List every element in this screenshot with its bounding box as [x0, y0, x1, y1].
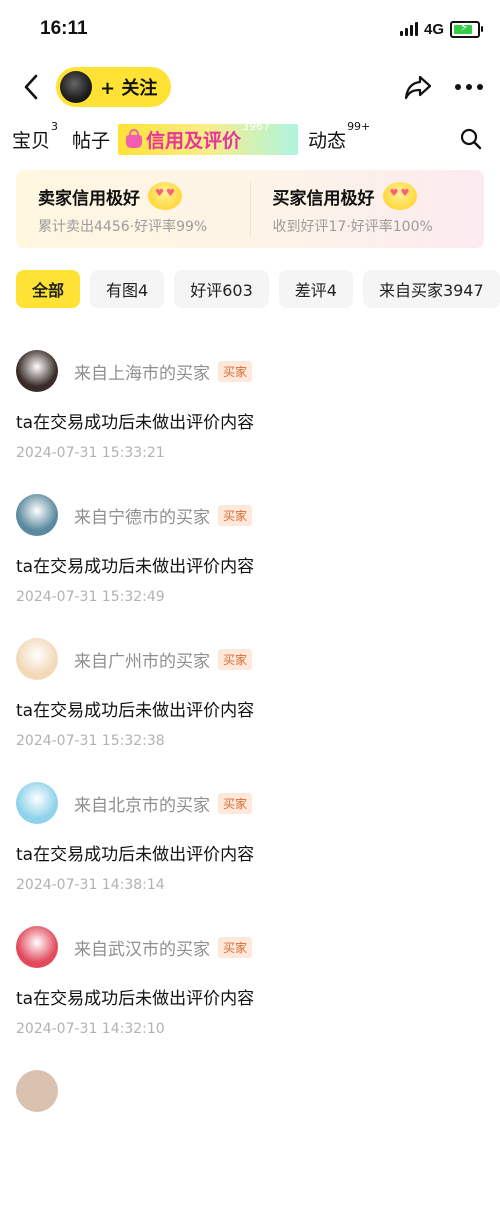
filter-positive[interactable]: 好评603 [174, 270, 269, 308]
review-date: 2024-07-31 15:32:49 [16, 589, 165, 605]
reviewer-location: 来自广州市的买家 [74, 651, 210, 672]
review-date: 2024-07-31 14:38:14 [16, 877, 165, 893]
review-filters: 全部 有图4 好评603 差评4 来自买家3947 [0, 270, 500, 308]
tab-credit-reviews[interactable]: 信用及评价3967 [118, 120, 299, 155]
buyer-credit-title-text: 买家信用极好 [272, 188, 375, 209]
reviewer-avatar[interactable] [16, 1070, 58, 1112]
reviewer-location: 来自上海市的买家 [74, 363, 210, 384]
tab-items-count: 3 [51, 120, 59, 134]
buyer-badge: 买家 [218, 936, 253, 958]
reviewer-location: 来自北京市的买家 [74, 795, 210, 816]
tab-activity[interactable]: 动态99+ [308, 120, 370, 153]
buyer-credit-sub: 收到好评17·好评率100% [272, 219, 433, 235]
more-icon[interactable] [454, 83, 484, 91]
review-text: ta在交易成功后未做出评价内容 [16, 989, 255, 1009]
nav-actions [404, 74, 484, 100]
review-list: 来自上海市的买家 买家 ta在交易成功后未做出评价内容 2024-07-31 1… [0, 350, 500, 1214]
tab-bar: 宝贝3 帖子 信用及评价3967 动态99+ [0, 116, 500, 162]
tab-credit-count: 3967 [242, 120, 271, 134]
reviewer-avatar[interactable] [16, 350, 58, 392]
network-type: 4G [423, 20, 444, 38]
review-header: 来自北京市的买家 买家 [16, 782, 500, 824]
follow-label: + 关注 [100, 78, 158, 99]
reviewer-avatar[interactable] [16, 638, 58, 680]
bag-icon [126, 128, 143, 148]
back-button[interactable] [16, 72, 46, 102]
follow-button[interactable]: + 关注 [56, 67, 172, 107]
seller-avatar [60, 71, 92, 103]
review-date: 2024-07-31 15:33:21 [16, 445, 165, 461]
review-item: 来自宁德市的买家 买家 ta在交易成功后未做出评价内容 2024-07-31 1… [0, 494, 500, 638]
status-time: 16:11 [40, 18, 88, 39]
credit-summary: 卖家信用极好 累计卖出4456·好评率99% 买家信用极好 收到好评17·好评率… [16, 170, 484, 248]
filter-from-buyers[interactable]: 来自买家3947 [362, 270, 500, 308]
heart-eyes-emoji-icon [148, 182, 182, 210]
review-header: 来自宁德市的买家 买家 [16, 494, 500, 536]
buyer-badge: 买家 [218, 504, 253, 526]
tab-activity-count: 99+ [347, 120, 371, 134]
buyer-credit: 买家信用极好 收到好评17·好评率100% [249, 182, 485, 236]
tab-activity-label: 动态 [308, 129, 347, 152]
tab-posts-label: 帖子 [72, 129, 111, 152]
filter-all[interactable]: 全部 [16, 270, 81, 308]
review-text: ta在交易成功后未做出评价内容 [16, 557, 255, 577]
buyer-credit-title: 买家信用极好 [273, 182, 485, 210]
seller-credit: 卖家信用极好 累计卖出4456·好评率99% [16, 182, 250, 236]
share-icon[interactable] [404, 74, 432, 100]
battery-icon: ⚡ [450, 20, 483, 38]
review-date: 2024-07-31 14:32:10 [16, 1021, 165, 1037]
buyer-badge: 买家 [218, 792, 253, 814]
search-icon[interactable] [460, 128, 482, 150]
tab-items[interactable]: 宝贝3 [12, 120, 58, 153]
review-item-partial [0, 1070, 500, 1214]
reviewer-location: 来自武汉市的买家 [74, 939, 210, 960]
status-indicators: 4G ⚡ [399, 20, 483, 38]
seller-credit-title: 卖家信用极好 [38, 182, 250, 210]
tab-credit-label: 信用及评价 [146, 129, 242, 152]
reviewer-avatar[interactable] [16, 782, 58, 824]
chevron-left-icon [24, 74, 38, 100]
signal-icon [399, 22, 418, 36]
review-header: 来自上海市的买家 买家 [16, 350, 500, 392]
tab-items-label: 宝贝 [12, 129, 51, 152]
review-text: ta在交易成功后未做出评价内容 [16, 701, 255, 721]
review-header: 来自广州市的买家 买家 [16, 638, 500, 680]
review-text: ta在交易成功后未做出评价内容 [16, 845, 255, 865]
reviewer-avatar[interactable] [16, 926, 58, 968]
review-item: 来自北京市的买家 买家 ta在交易成功后未做出评价内容 2024-07-31 1… [0, 782, 500, 926]
review-date: 2024-07-31 15:32:38 [16, 733, 165, 749]
reviewer-location: 来自宁德市的买家 [74, 507, 210, 528]
status-bar: 16:11 4G ⚡ [0, 0, 500, 58]
filter-negative[interactable]: 差评4 [278, 270, 353, 308]
filter-with-images[interactable]: 有图4 [90, 270, 165, 308]
buyer-badge: 买家 [218, 360, 253, 382]
reviewer-avatar[interactable] [16, 494, 58, 536]
heart-eyes-emoji-icon [382, 182, 417, 210]
review-item: 来自上海市的买家 买家 ta在交易成功后未做出评价内容 2024-07-31 1… [0, 350, 500, 494]
seller-credit-sub: 累计卖出4456·好评率99% [38, 219, 208, 235]
review-header [16, 1070, 500, 1112]
review-header: 来自武汉市的买家 买家 [16, 926, 500, 968]
tab-posts[interactable]: 帖子 [72, 126, 110, 153]
top-nav: + 关注 [0, 58, 500, 116]
seller-credit-title-text: 卖家信用极好 [38, 188, 140, 209]
buyer-badge: 买家 [218, 648, 253, 670]
review-item: 来自武汉市的买家 买家 ta在交易成功后未做出评价内容 2024-07-31 1… [0, 926, 500, 1070]
review-text: ta在交易成功后未做出评价内容 [16, 413, 255, 433]
review-item: 来自广州市的买家 买家 ta在交易成功后未做出评价内容 2024-07-31 1… [0, 638, 500, 782]
